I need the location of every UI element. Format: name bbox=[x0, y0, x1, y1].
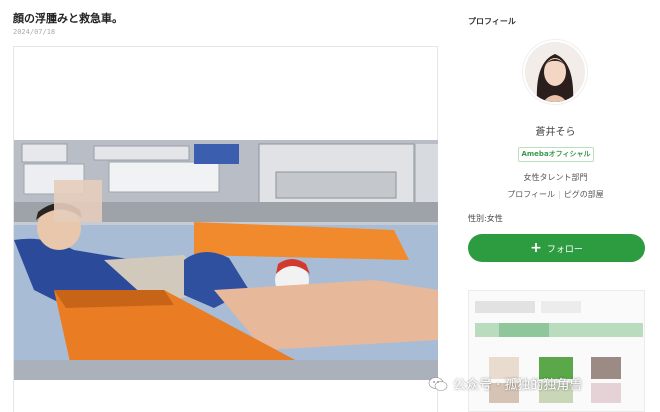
wechat-icon bbox=[428, 376, 448, 391]
link-separator: | bbox=[558, 190, 561, 199]
pigg-room-link[interactable]: ピグの部屋 bbox=[564, 190, 604, 199]
follow-button-label: フォロー bbox=[546, 244, 583, 255]
plus-icon: + bbox=[530, 240, 542, 256]
avatar-portrait bbox=[525, 42, 585, 102]
profile-link[interactable]: プロフィール bbox=[507, 190, 555, 199]
ambulance-photo-illustration bbox=[14, 140, 438, 380]
sidebar-profile-heading: プロフィール bbox=[468, 17, 516, 26]
profile-category: 女性タレント部門 bbox=[523, 173, 588, 182]
watermark: 公众号 · 孤独的独角兽 bbox=[428, 374, 582, 393]
article-body bbox=[13, 46, 438, 412]
post-date: 2024/07/18 bbox=[13, 28, 56, 36]
profile-gender: 性別:女性 bbox=[468, 214, 503, 223]
follow-button[interactable]: + フォロー bbox=[468, 234, 645, 262]
profile-avatar[interactable] bbox=[523, 40, 587, 104]
profile-name[interactable]: 蒼井そら bbox=[468, 123, 643, 138]
article-photo bbox=[14, 140, 438, 380]
blurred-widget bbox=[468, 290, 645, 412]
post-title: 顔の浮腫みと救急車。 bbox=[13, 12, 123, 25]
watermark-text: 公众号 · 孤独的独角兽 bbox=[453, 378, 583, 393]
profile-links: プロフィール | ピグの部屋 bbox=[468, 189, 643, 200]
official-badge: Amebaオフィシャル bbox=[518, 147, 594, 162]
